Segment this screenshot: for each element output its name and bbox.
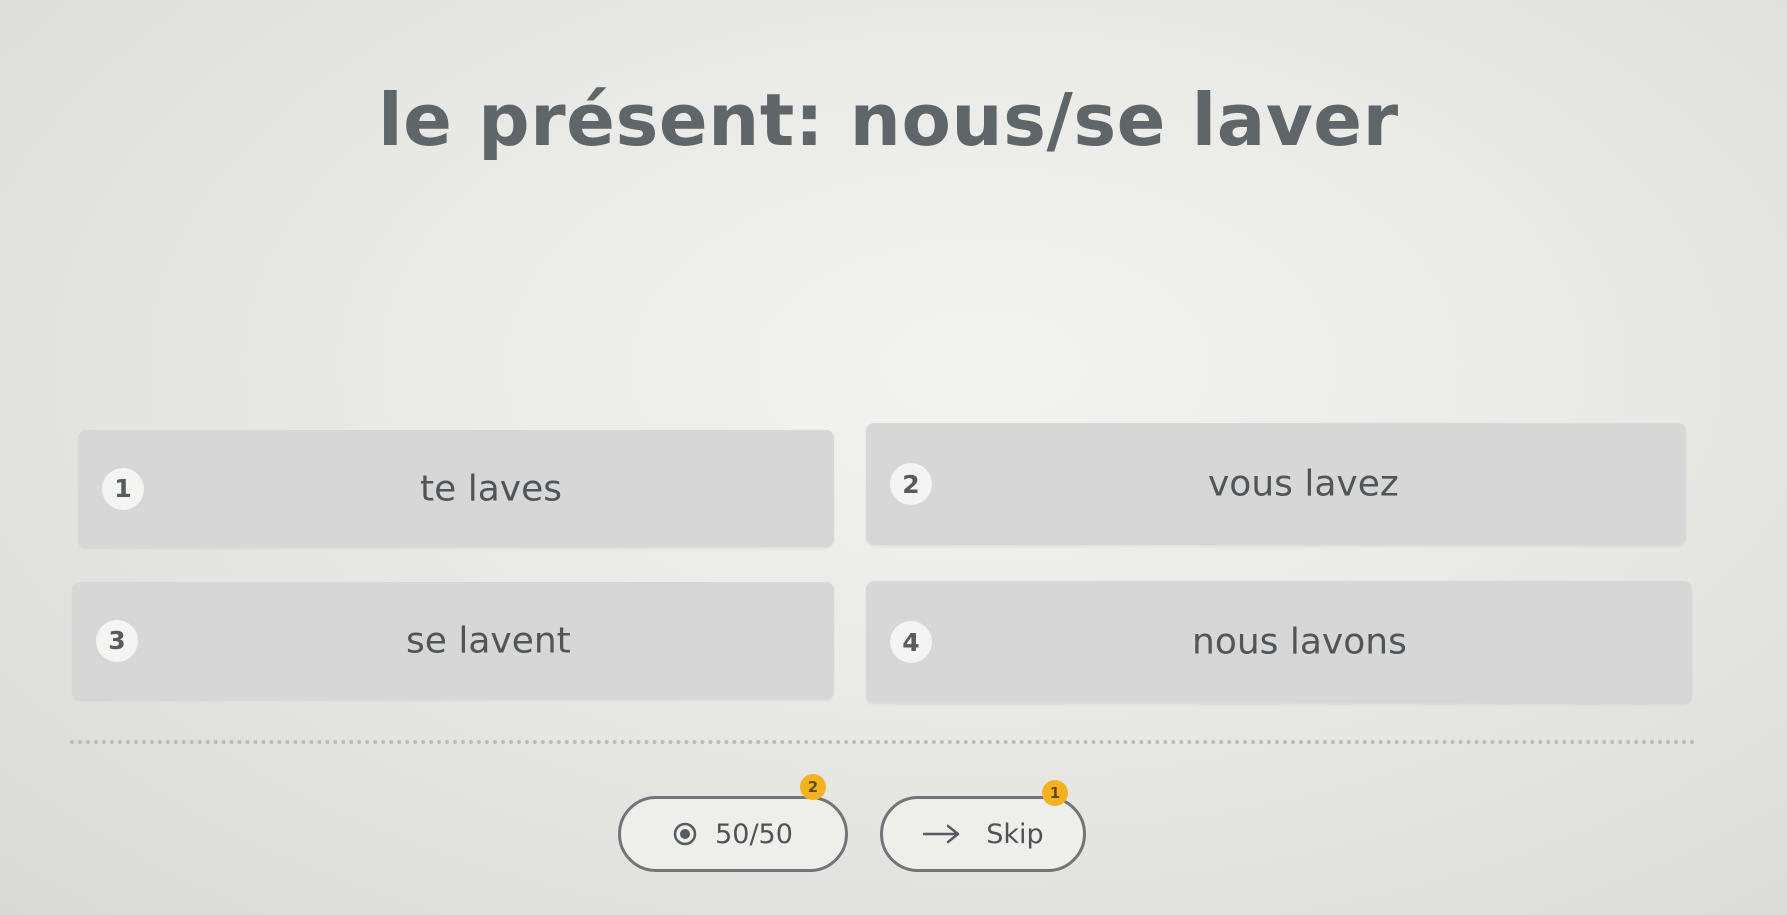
fifty-fifty-icon: [673, 822, 697, 846]
fifty-fifty-label: 50/50: [715, 818, 793, 850]
answer-option-4[interactable]: 4 nous lavons: [866, 581, 1692, 703]
answer-option-2[interactable]: 2 vous lavez: [866, 423, 1686, 545]
question-title: le présent: nous/se laver: [378, 78, 1399, 162]
skip-button[interactable]: Skip: [880, 796, 1086, 872]
option-label: te laves: [420, 468, 562, 509]
answer-option-1[interactable]: 1 te laves: [78, 430, 834, 547]
option-label: se lavent: [406, 620, 571, 661]
fifty-fifty-button[interactable]: 50/50: [618, 796, 848, 872]
arrow-right-icon: [923, 824, 960, 844]
option-label: vous lavez: [1208, 463, 1399, 505]
option-label: nous lavons: [1192, 621, 1407, 663]
option-number-badge: 3: [96, 619, 138, 662]
option-number-badge: 1: [102, 467, 144, 510]
answer-option-3[interactable]: 3 se lavent: [72, 582, 834, 699]
skip-label: Skip: [986, 818, 1044, 850]
fifty-fifty-count-badge: 2: [800, 774, 826, 800]
skip-count-badge: 1: [1042, 780, 1068, 806]
option-number-badge: 4: [890, 621, 932, 663]
divider: [70, 740, 1696, 744]
option-number-badge: 2: [890, 463, 932, 505]
